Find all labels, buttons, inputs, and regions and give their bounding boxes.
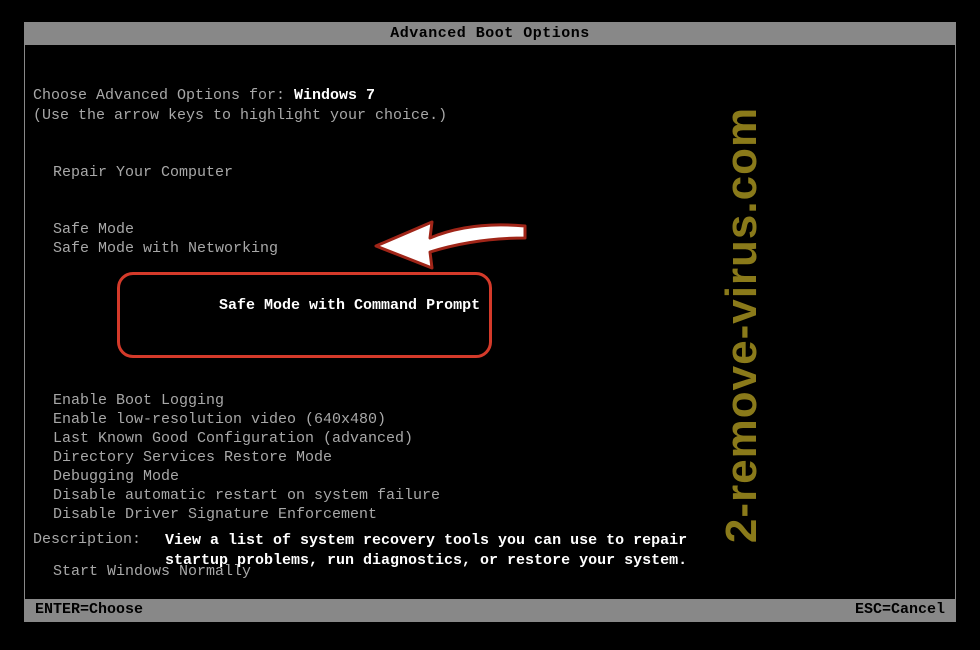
footer-bar: ENTER=Choose ESC=Cancel [25, 599, 955, 621]
pointer-arrow-icon [370, 216, 530, 279]
menu-item-disable-restart[interactable]: Disable automatic restart on system fail… [53, 486, 484, 505]
boot-options-screen: Advanced Boot Options Choose Advanced Op… [24, 22, 956, 622]
description-label: Description: [33, 531, 165, 571]
menu-item-last-known[interactable]: Last Known Good Configuration (advanced) [53, 429, 484, 448]
menu-item-repair[interactable]: Repair Your Computer [53, 163, 484, 182]
description-text: View a list of system recovery tools you… [165, 531, 687, 571]
footer-esc: ESC=Cancel [855, 599, 945, 621]
choose-line: Choose Advanced Options for: Windows 7 [33, 87, 375, 104]
title-bar: Advanced Boot Options [25, 23, 955, 45]
highlight-oval [117, 272, 492, 358]
os-name: Windows 7 [294, 87, 375, 104]
hint-line: (Use the arrow keys to highlight your ch… [33, 107, 447, 124]
footer-enter: ENTER=Choose [35, 599, 143, 621]
menu-item-disable-driver-sig[interactable]: Disable Driver Signature Enforcement [53, 505, 484, 524]
menu-item-debugging[interactable]: Debugging Mode [53, 467, 484, 486]
screen-title: Advanced Boot Options [390, 25, 590, 42]
choose-prefix: Choose Advanced Options for: [33, 87, 294, 104]
menu-item-boot-logging[interactable]: Enable Boot Logging [53, 391, 484, 410]
menu-item-ds-restore[interactable]: Directory Services Restore Mode [53, 448, 484, 467]
description-block: Description: View a list of system recov… [33, 531, 687, 571]
menu-spacer [53, 372, 484, 391]
menu-spacer [53, 182, 484, 201]
content-area: Choose Advanced Options for: Windows 7 (… [25, 45, 955, 599]
menu-item-low-res[interactable]: Enable low-resolution video (640x480) [53, 410, 484, 429]
